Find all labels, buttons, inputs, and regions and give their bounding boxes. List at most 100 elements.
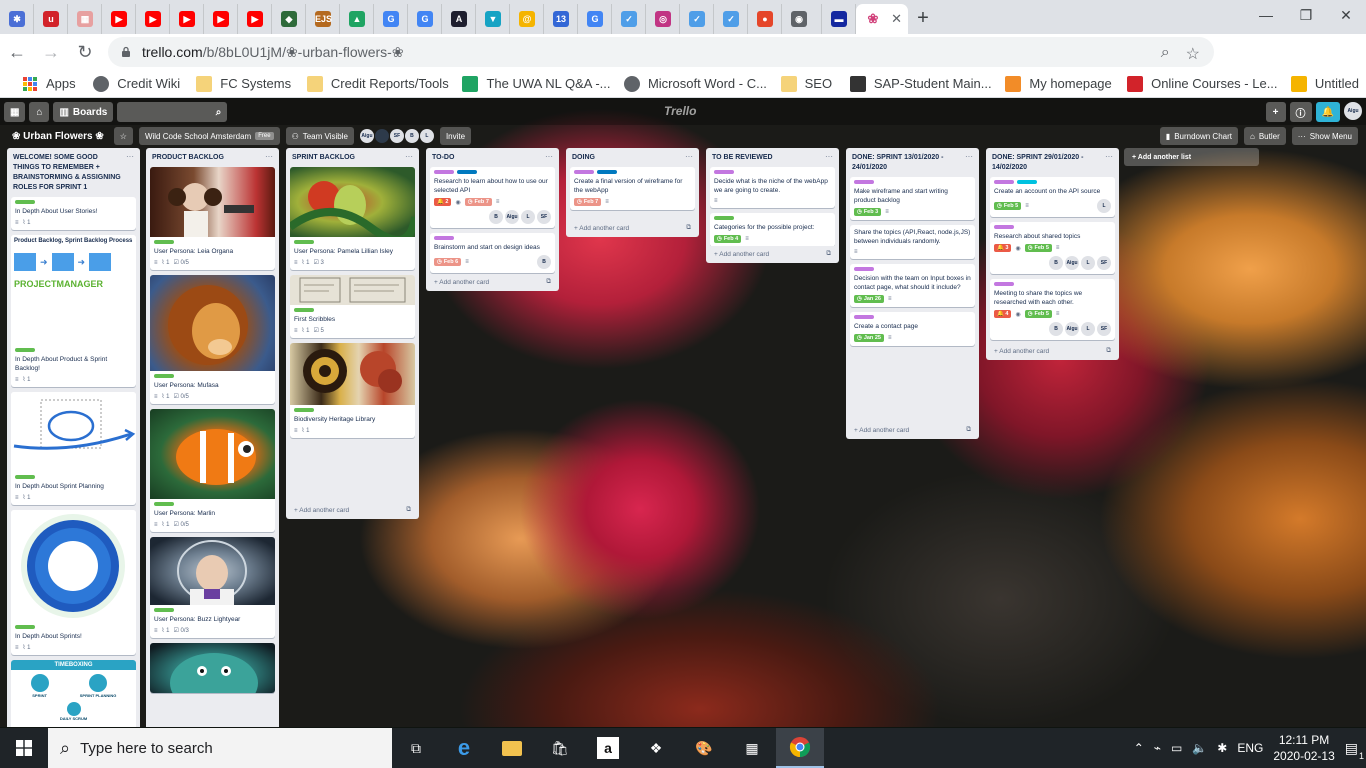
reload-icon[interactable]: ↻ xyxy=(68,35,102,69)
browser-tab[interactable]: ▶ xyxy=(170,4,204,34)
browser-tab[interactable]: G xyxy=(374,4,408,34)
member-avatar[interactable]: B xyxy=(489,210,503,224)
card-label[interactable] xyxy=(294,308,314,312)
card-label[interactable] xyxy=(597,170,617,174)
card[interactable]: Share the topics (API,React, node.js,JS)… xyxy=(850,225,975,259)
volume-icon[interactable]: 🔈 xyxy=(1192,741,1207,755)
browser-tab[interactable]: ◉ xyxy=(782,4,822,34)
card-label[interactable] xyxy=(294,408,314,412)
bookmark-item[interactable]: FC Systems xyxy=(186,75,297,92)
paint-icon[interactable]: 🎨 xyxy=(680,728,728,768)
list-menu-icon[interactable]: ··· xyxy=(685,153,693,161)
edge-icon[interactable]: e xyxy=(440,728,488,768)
visibility-button[interactable]: ⚇ Team Visible xyxy=(285,127,354,145)
bookmark-item[interactable]: Credit Wiki xyxy=(83,75,186,92)
burndown-chart-button[interactable]: ▮ Burndown Chart xyxy=(1159,127,1238,145)
trello-search[interactable]: ⌕ xyxy=(117,102,228,122)
card[interactable]: Brainstorm and start on design ideas ◷ Feb… xyxy=(430,233,555,273)
member-avatar[interactable]: L xyxy=(419,129,434,143)
dropbox-icon[interactable]: ❖ xyxy=(632,728,680,768)
card[interactable]: User Persona: Buzz Lightyear ≡ ⌇ 1 ☑ 0/3 xyxy=(150,537,275,638)
list-title[interactable]: DONE: SPRINT 29/01/2020 - 14/02/2020 xyxy=(992,153,1105,173)
card[interactable]: Biodiversity Heritage Library ≡ ⌇ 1 xyxy=(290,343,415,438)
zoom-icon[interactable]: ⌕ xyxy=(1161,44,1170,64)
due-date-badge[interactable]: ◷ Feb 4 xyxy=(714,235,742,243)
list-menu-icon[interactable]: ··· xyxy=(825,153,833,161)
notifications-icon[interactable]: ▤ 1 xyxy=(1345,740,1364,761)
notifications-bell-icon[interactable]: 🔔 xyxy=(1315,102,1340,122)
browser-tab[interactable]: u xyxy=(34,4,68,34)
browser-tab[interactable]: G xyxy=(408,4,442,34)
member-avatar[interactable]: Aigu xyxy=(1065,322,1079,336)
card-label[interactable] xyxy=(994,225,1014,229)
bookmark-star-icon[interactable]: ☆ xyxy=(1186,44,1200,64)
card[interactable]: Decide what is the niche of the webApp w… xyxy=(710,167,835,208)
browser-tab[interactable]: ✱ xyxy=(0,4,34,34)
member-avatar[interactable]: L xyxy=(521,210,535,224)
card-label[interactable] xyxy=(15,475,35,479)
clock[interactable]: 12:11 PM 2020-02-13 xyxy=(1273,732,1334,764)
browser-tab[interactable]: ▬ xyxy=(822,4,856,34)
list-title[interactable]: TO BE REVIEWED xyxy=(712,153,825,163)
start-button[interactable] xyxy=(0,728,48,768)
member-avatar[interactable]: B xyxy=(404,129,419,143)
amazon-icon[interactable]: a xyxy=(584,728,632,768)
add-card-button[interactable]: + Add another card ⧉ xyxy=(706,246,839,263)
add-card-button[interactable]: + Add another card ⧉ xyxy=(986,343,1119,360)
bookmark-item[interactable]: Untitled xyxy=(1281,75,1366,92)
task-view-icon[interactable]: ⧉ xyxy=(392,728,440,768)
card-label[interactable] xyxy=(854,267,874,271)
battery-icon[interactable]: ▭ xyxy=(1171,741,1182,755)
store-icon[interactable]: 🛍 xyxy=(536,728,584,768)
add-card-button[interactable]: + Add another card ⧉ xyxy=(426,274,559,291)
browser-tab[interactable]: ● xyxy=(748,4,782,34)
list-menu-icon[interactable]: ··· xyxy=(405,153,413,161)
member-avatar[interactable]: B xyxy=(537,255,551,269)
back-icon[interactable]: ← xyxy=(0,35,34,69)
card-label[interactable] xyxy=(1017,180,1037,184)
bookmark-item[interactable]: Apps xyxy=(12,76,83,92)
list-menu-icon[interactable]: ··· xyxy=(126,153,134,161)
card-label[interactable] xyxy=(714,216,734,220)
list-menu-icon[interactable]: ··· xyxy=(545,153,553,161)
team-button[interactable]: Wild Code School Amsterdam Free xyxy=(138,127,280,145)
browser-tab[interactable]: ✓ xyxy=(612,4,646,34)
card-label[interactable] xyxy=(574,170,594,174)
card-label[interactable] xyxy=(994,180,1014,184)
list-menu-icon[interactable]: ··· xyxy=(265,153,273,161)
list-title[interactable]: TO-DO xyxy=(432,153,545,163)
member-avatar[interactable]: L xyxy=(1097,199,1111,213)
list-title[interactable]: SPRINT BACKLOG xyxy=(292,153,405,163)
browser-tab[interactable]: ▶ xyxy=(204,4,238,34)
list-title[interactable]: DOING xyxy=(572,153,685,163)
card[interactable]: Create a contact page ◷ Jan 25 ≡ xyxy=(850,312,975,346)
card-label[interactable] xyxy=(434,170,454,174)
card[interactable]: Research to learn about how to use our s… xyxy=(430,167,555,228)
bookmark-item[interactable]: Microsoft Word - C... xyxy=(614,75,771,92)
card[interactable]: User Persona: Leia Organa ≡ ⌇ 1 ☑ 0/5 xyxy=(150,167,275,270)
minimize-icon[interactable]: — xyxy=(1246,0,1286,30)
browser-tab[interactable]: A xyxy=(442,4,476,34)
list-title[interactable]: DONE: SPRINT 13/01/2020 - 24/01/2020 xyxy=(852,153,965,173)
browser-tab[interactable]: ▶ xyxy=(238,4,272,34)
due-date-badge[interactable]: ◷ Feb 6 xyxy=(434,258,462,266)
butler-button[interactable]: ⌂ Butler xyxy=(1244,127,1286,145)
member-avatar[interactable]: SF xyxy=(537,210,551,224)
restore-icon[interactable]: ❐ xyxy=(1286,0,1326,30)
card-label[interactable] xyxy=(714,170,734,174)
list-menu-icon[interactable]: ··· xyxy=(965,153,973,161)
card[interactable]: Create an account on the API source ◷ Feb … xyxy=(990,177,1115,217)
card-label[interactable] xyxy=(854,180,874,184)
active-tab[interactable]: ❀ ✕ xyxy=(856,4,908,34)
card[interactable] xyxy=(150,643,275,693)
card-label[interactable] xyxy=(154,240,174,244)
member-avatar[interactable]: SF xyxy=(389,129,404,143)
card[interactable]: Decision with the team on Input boxes in… xyxy=(850,264,975,307)
card-label[interactable] xyxy=(294,240,314,244)
card-label[interactable] xyxy=(854,315,874,319)
card-template-icon[interactable]: ⧉ xyxy=(826,250,831,258)
apps-grid-button[interactable]: ▦ xyxy=(4,102,26,122)
bookmark-item[interactable]: SAP-Student Main... xyxy=(840,75,996,92)
add-card-button[interactable]: + Add another card ⧉ xyxy=(566,220,699,237)
browser-tab[interactable]: ▶ xyxy=(136,4,170,34)
